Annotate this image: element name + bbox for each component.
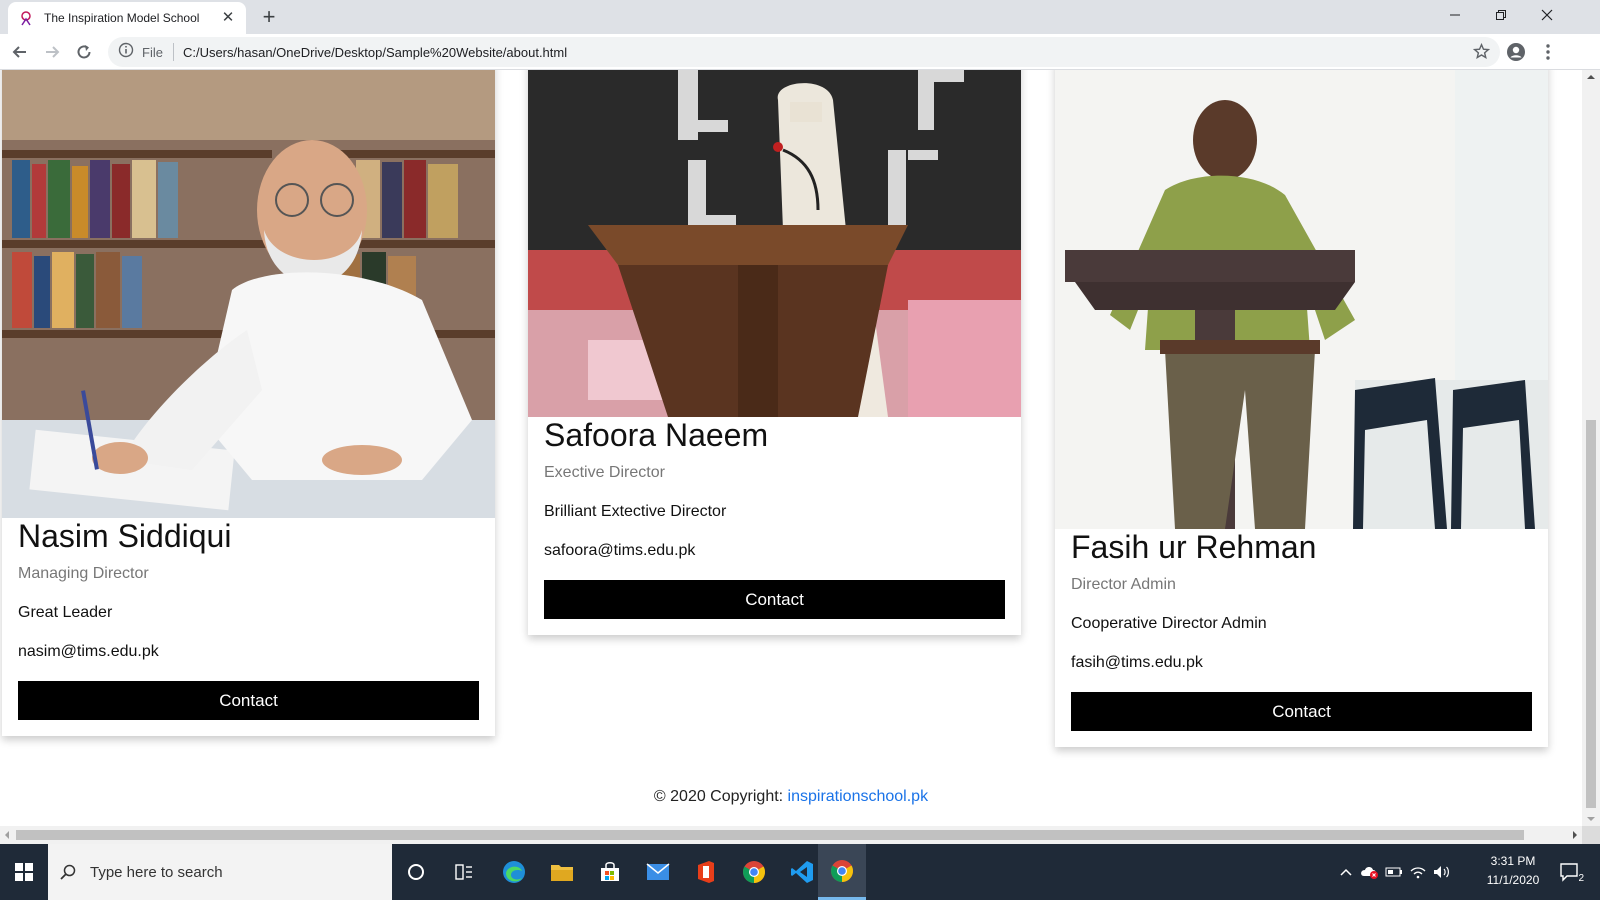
onedrive-error-icon[interactable] — [1360, 862, 1380, 882]
arrow-left-icon — [12, 46, 26, 58]
notification-count: 2 — [1578, 873, 1584, 884]
scroll-left-arrow-icon — [5, 831, 9, 839]
tab-title: The Inspiration Model School — [44, 11, 200, 25]
member-description: Brilliant Extective Director — [544, 503, 727, 520]
clock-time: 3:31 PM — [1490, 854, 1536, 868]
profile-avatar-icon[interactable] — [1502, 38, 1530, 66]
horizontal-scroll-thumb[interactable] — [16, 830, 1524, 840]
back-button[interactable] — [6, 38, 34, 66]
member-email: safoora@tims.edu.pk — [544, 542, 696, 559]
member-role: Director Admin — [1071, 576, 1176, 593]
windows-taskbar: Type here to search 3:31 PM 11/1/2020 2 — [0, 844, 1600, 900]
system-clock[interactable]: 3:31 PM 11/1/2020 — [1478, 852, 1548, 890]
address-bar[interactable]: File C:/Users/hasan/OneDrive/Desktop/Sam… — [108, 37, 1500, 67]
search-placeholder: Type here to search — [90, 863, 223, 881]
tray-chevron-up-icon[interactable] — [1336, 862, 1356, 882]
microsoft-store-icon[interactable] — [586, 844, 634, 900]
forward-button[interactable] — [38, 38, 66, 66]
member-description: Cooperative Director Admin — [1071, 615, 1267, 632]
edge-browser-icon[interactable] — [490, 844, 538, 900]
restore-button[interactable] — [1478, 0, 1524, 30]
page-footer: © 2020 Copyright: inspirationschool.pk — [0, 788, 1582, 806]
scroll-down-arrow-icon — [1587, 817, 1595, 821]
member-email: fasih@tims.edu.pk — [1071, 654, 1203, 671]
footer-link[interactable]: inspirationschool.pk — [788, 788, 929, 805]
profile-photo — [2, 70, 495, 518]
browser-tab-strip: The Inspiration Model School ✕ + — [0, 0, 1600, 34]
page-viewport: Nasim Siddiqui Managing Director Great L… — [0, 70, 1582, 844]
member-role: Managing Director — [18, 565, 149, 582]
url-text[interactable]: C:/Users/hasan/OneDrive/Desktop/Sample%2… — [183, 45, 567, 60]
profile-photo — [528, 70, 1021, 417]
cortana-icon[interactable] — [392, 844, 440, 900]
close-window-button[interactable] — [1524, 0, 1570, 30]
office-icon[interactable] — [682, 844, 730, 900]
task-view-icon[interactable] — [440, 844, 488, 900]
chrome-icon[interactable] — [730, 844, 778, 900]
chrome-active-icon[interactable] — [818, 844, 866, 900]
search-icon — [60, 864, 76, 880]
contact-button[interactable]: Contact — [544, 580, 1005, 619]
start-button[interactable] — [0, 844, 48, 900]
contact-button[interactable]: Contact — [1071, 692, 1532, 731]
battery-icon[interactable] — [1384, 862, 1404, 882]
info-icon[interactable] — [118, 42, 134, 63]
menu-kebab-icon[interactable] — [1534, 38, 1562, 66]
arrow-right-icon — [46, 46, 60, 58]
contact-button[interactable]: Contact — [18, 681, 479, 720]
scroll-right-arrow-icon — [1573, 831, 1577, 839]
browser-toolbar: File C:/Users/hasan/OneDrive/Desktop/Sam… — [0, 34, 1600, 70]
wifi-icon[interactable] — [1408, 862, 1428, 882]
member-name: Fasih ur Rehman — [1071, 529, 1317, 565]
bookmark-star-icon[interactable] — [1472, 42, 1491, 65]
new-tab-button[interactable]: + — [256, 5, 282, 31]
member-name: Safoora Naeem — [544, 417, 769, 453]
url-scheme-label: File — [142, 44, 163, 60]
taskbar-search-box[interactable]: Type here to search — [48, 844, 392, 900]
volume-icon[interactable] — [1432, 862, 1452, 882]
reload-icon — [77, 45, 91, 59]
clock-date: 11/1/2020 — [1486, 873, 1540, 887]
scrollbar-corner — [1582, 826, 1600, 844]
vertical-scroll-thumb[interactable] — [1586, 420, 1596, 808]
file-explorer-icon[interactable] — [538, 844, 586, 900]
windows-logo-icon — [15, 863, 33, 881]
notification-center-icon[interactable]: 2 — [1556, 862, 1584, 884]
school-favicon-icon — [18, 10, 34, 26]
member-name: Nasim Siddiqui — [18, 518, 232, 554]
team-card: Safoora Naeem Exective Director Brillian… — [528, 70, 1021, 635]
minimize-button[interactable] — [1432, 0, 1478, 30]
copyright-text: © 2020 Copyright: — [653, 788, 788, 805]
horizontal-scrollbar[interactable] — [0, 826, 1582, 844]
mail-icon[interactable] — [634, 844, 682, 900]
member-description: Great Leader — [18, 604, 113, 621]
vertical-scrollbar[interactable] — [1582, 70, 1600, 844]
member-role: Exective Director — [544, 464, 665, 481]
reload-button[interactable] — [70, 38, 98, 66]
address-separator — [172, 43, 174, 61]
tab-close-icon[interactable]: ✕ — [220, 10, 236, 26]
profile-photo — [1055, 70, 1548, 529]
member-email: nasim@tims.edu.pk — [18, 643, 159, 660]
team-card: Nasim Siddiqui Managing Director Great L… — [2, 70, 495, 736]
browser-tab[interactable]: The Inspiration Model School ✕ — [8, 2, 246, 34]
scroll-up-arrow-icon — [1587, 75, 1595, 79]
team-card: Fasih ur Rehman Director Admin Cooperati… — [1055, 70, 1548, 747]
